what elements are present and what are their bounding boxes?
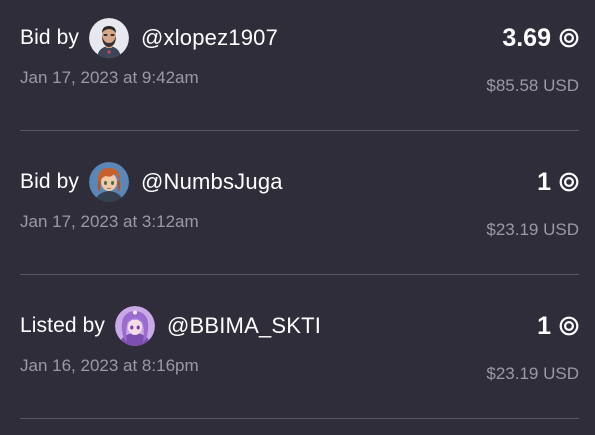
price-amount: 1	[537, 168, 579, 197]
username-link[interactable]: @NumbsJuga	[141, 169, 283, 195]
username-link[interactable]: @xlopez1907	[141, 25, 278, 51]
activity-item-details: Jan 17, 2023 at 3:12am $23.19 USD	[20, 212, 579, 239]
activity-item-details: Jan 17, 2023 at 9:42am $85.58 USD	[20, 68, 579, 95]
activity-timestamp: Jan 17, 2023 at 3:12am	[20, 212, 199, 231]
activity-timestamp: Jan 16, 2023 at 8:16pm	[20, 356, 199, 375]
usd-value: $23.19 USD	[486, 364, 579, 383]
price-amount: 3.69	[502, 24, 579, 53]
activity-list: Bid by @xlopez1907 3.69 Jan 17, 2023 at …	[0, 0, 595, 435]
usd-value: $85.58 USD	[486, 76, 579, 95]
price-amount: 1	[537, 312, 579, 341]
user-avatar[interactable]	[88, 162, 129, 202]
activity-item: Listed by @BBIMA_SKTI 1 Jan 16, 2023 at …	[20, 288, 579, 419]
activity-action-label: Listed by	[20, 314, 105, 337]
price-value: 1	[537, 167, 551, 196]
price-value: 3.69	[502, 23, 551, 52]
activity-actor: Listed by @BBIMA_SKTI	[20, 306, 321, 346]
username-link[interactable]: @BBIMA_SKTI	[167, 313, 321, 339]
activity-actor: Bid by @xlopez1907	[20, 18, 278, 58]
activity-item-header: Bid by @NumbsJuga 1	[20, 158, 579, 206]
activity-actor: Bid by @NumbsJuga	[20, 162, 283, 202]
coin-icon	[559, 316, 579, 336]
user-avatar[interactable]	[88, 18, 129, 58]
coin-icon	[559, 28, 579, 48]
coin-icon	[559, 172, 579, 192]
price-value: 1	[537, 311, 551, 340]
activity-item-header: Listed by @BBIMA_SKTI 1	[20, 302, 579, 350]
activity-item-header: Bid by @xlopez1907 3.69	[20, 14, 579, 62]
activity-timestamp: Jan 17, 2023 at 9:42am	[20, 68, 199, 87]
activity-action-label: Bid by	[20, 26, 79, 49]
user-avatar[interactable]	[114, 306, 155, 346]
activity-item: Bid by @NumbsJuga 1 Jan 17, 2023 at 3:12…	[20, 144, 579, 275]
activity-item: Bid by @xlopez1907 3.69 Jan 17, 2023 at …	[20, 0, 579, 131]
usd-value: $23.19 USD	[486, 220, 579, 239]
activity-item-details: Jan 16, 2023 at 8:16pm $23.19 USD	[20, 356, 579, 383]
activity-action-label: Bid by	[20, 170, 79, 193]
